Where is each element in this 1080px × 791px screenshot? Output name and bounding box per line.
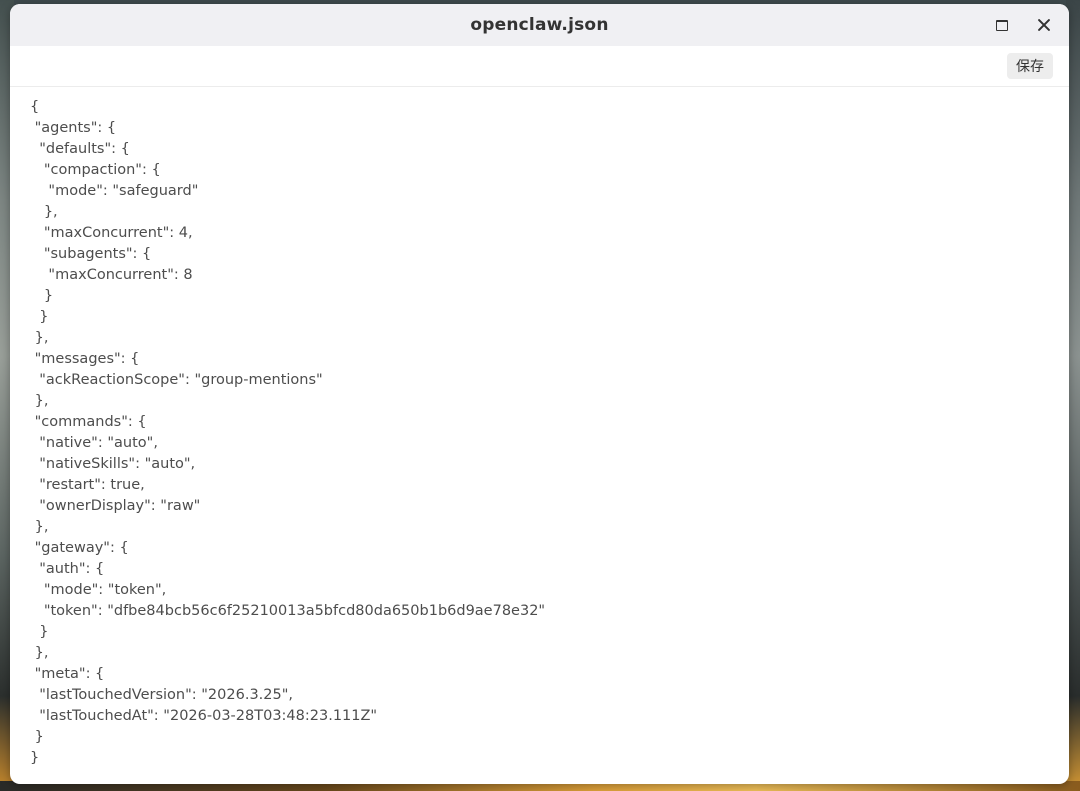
code-line: "token": "dfbe84bcb56c6f25210013a5bfcd80… [30, 603, 546, 619]
maximize-button[interactable] [987, 10, 1017, 40]
code-line: }, [30, 330, 49, 346]
code-line: "lastTouchedAt": "2026-03-28T03:48:23.11… [30, 708, 378, 724]
code-line: "subagents": { [30, 246, 152, 262]
editor-toolbar: 保存 [10, 46, 1069, 87]
code-line: "mode": "token", [30, 582, 167, 598]
code-line: }, [30, 519, 49, 535]
code-line: "messages": { [30, 351, 140, 367]
save-button[interactable]: 保存 [1007, 53, 1053, 79]
code-line: "auth": { [30, 561, 105, 577]
code-line: "agents": { [30, 120, 117, 136]
maximize-icon [996, 19, 1008, 31]
code-line: }, [30, 393, 49, 409]
code-line: } [30, 729, 44, 745]
code-line: } [30, 288, 54, 304]
code-line: "commands": { [30, 414, 147, 430]
code-line: "ackReactionScope": "group-mentions" [30, 372, 323, 388]
code-line: "mode": "safeguard" [30, 183, 199, 199]
window-controls [987, 4, 1059, 46]
code-line: } [30, 309, 49, 325]
code-line: "ownerDisplay": "raw" [30, 498, 201, 514]
code-line: } [30, 624, 49, 640]
file-editor-window: openclaw.json 保存 { "agents": { "defaults… [10, 4, 1069, 784]
code-line: { [30, 99, 40, 115]
code-line: "meta": { [30, 666, 105, 682]
title-bar[interactable]: openclaw.json [10, 4, 1069, 46]
code-line: "native": "auto", [30, 435, 158, 451]
code-line: "maxConcurrent": 4, [30, 225, 193, 241]
code-line: "lastTouchedVersion": "2026.3.25", [30, 687, 294, 703]
json-text-editor[interactable]: { "agents": { "defaults": { "compaction"… [10, 87, 1069, 784]
code-line: "restart": true, [30, 477, 145, 493]
code-line: } [30, 750, 40, 766]
code-line: "defaults": { [30, 141, 130, 157]
code-line: "nativeSkills": "auto", [30, 456, 196, 472]
code-line: "compaction": { [30, 162, 161, 178]
code-line: }, [30, 645, 49, 661]
code-line: "maxConcurrent": 8 [30, 267, 193, 283]
code-line: "gateway": { [30, 540, 129, 556]
close-icon [1037, 18, 1051, 32]
close-button[interactable] [1029, 10, 1059, 40]
code-line: }, [30, 204, 58, 220]
window-title: openclaw.json [470, 15, 609, 35]
